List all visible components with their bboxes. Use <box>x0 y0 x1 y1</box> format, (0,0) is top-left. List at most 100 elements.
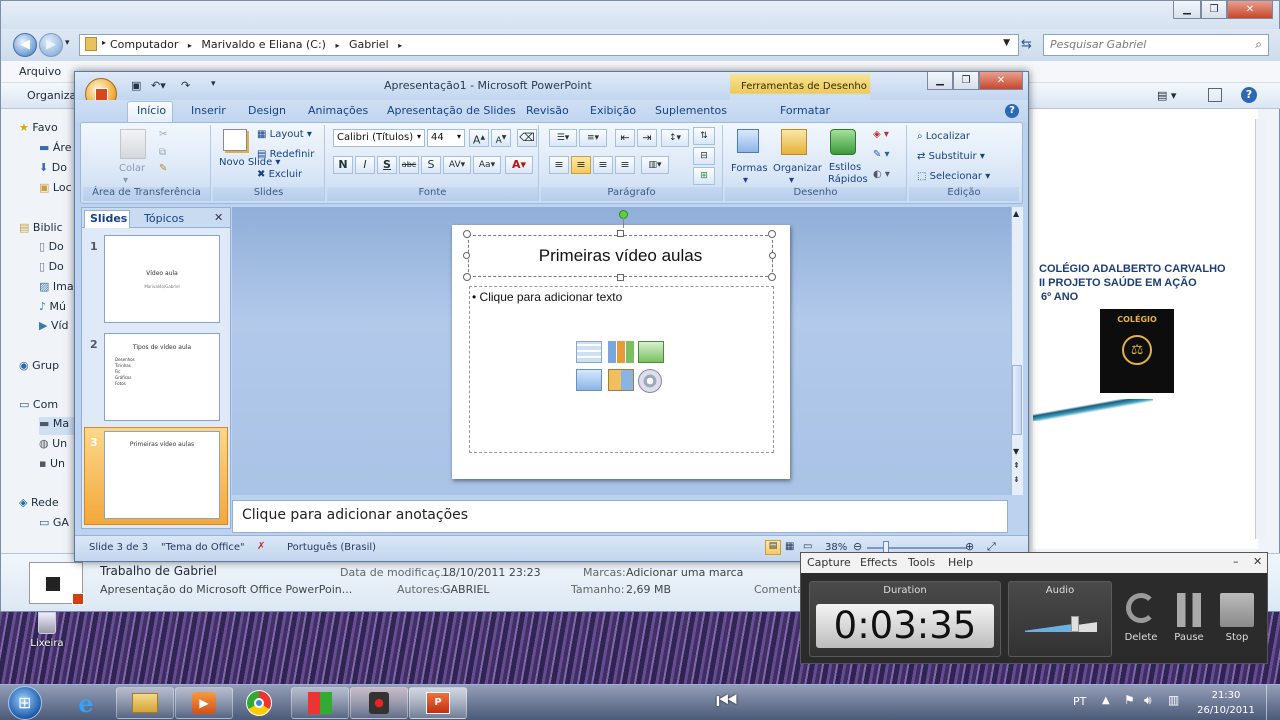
nav-item[interactable]: ▣ Loc <box>39 181 72 199</box>
resize-handle[interactable] <box>769 252 776 259</box>
align-text-button[interactable]: ⊟ <box>693 147 715 165</box>
nav-item[interactable]: ★ Favo <box>19 121 58 139</box>
delete-button[interactable]: Delete <box>1121 593 1161 643</box>
paste-button[interactable]: Colar <box>119 163 145 174</box>
spelling-icon[interactable]: ✗ <box>257 541 265 552</box>
nav-item[interactable]: ▯ Do <box>39 240 64 258</box>
ppt-help-icon[interactable]: ? <box>1005 104 1019 118</box>
help-icon[interactable]: ? <box>1241 87 1257 103</box>
resize-handle[interactable] <box>768 230 776 238</box>
internet-explorer-icon[interactable]: e <box>68 689 104 718</box>
back-button[interactable]: ◀ <box>13 33 37 57</box>
nav-item[interactable]: ⬇ Do <box>39 161 67 179</box>
resize-handle[interactable] <box>463 273 471 281</box>
replace-button[interactable]: ⇄ Substituir ▾ <box>917 151 985 162</box>
arrange-button[interactable]: Organizar <box>773 163 822 174</box>
char-spacing-button[interactable]: AV▾ <box>443 156 471 174</box>
slide[interactable]: Primeiras vídeo aulas • Clique para adic… <box>452 210 790 479</box>
nav-item[interactable]: ◉ Grup <box>19 359 59 377</box>
save-icon[interactable]: ▣ <box>131 79 141 92</box>
customize-qat-icon[interactable]: ▾ <box>211 79 216 89</box>
bullets-button[interactable]: ☰▾ <box>549 129 577 147</box>
shapes-button[interactable]: Formas <box>731 163 768 174</box>
views-icon[interactable]: ▤ ▾ <box>1157 89 1176 102</box>
show-hidden-icons[interactable]: ▲ <box>1102 695 1110 706</box>
tab-inicio[interactable]: Início <box>137 104 166 117</box>
volume-icon[interactable]: 🔊︎ <box>1144 693 1152 708</box>
chrome-icon[interactable] <box>246 690 272 716</box>
insert-table-icon[interactable] <box>576 341 602 363</box>
decrease-indent-button[interactable]: ⇤ <box>615 129 635 147</box>
shape-outline-icon[interactable]: ✎ ▾ <box>873 149 890 160</box>
minimize-button[interactable]: ▁ <box>1173 1 1201 19</box>
tab-design[interactable]: Design <box>248 104 286 117</box>
strikethrough-button[interactable]: abc <box>399 156 419 174</box>
show-desktop-button[interactable] <box>1266 685 1280 720</box>
resize-handle[interactable] <box>463 230 471 238</box>
previous-slide-icon[interactable]: ⇞ <box>1013 461 1020 470</box>
cut-icon[interactable]: ✂ <box>159 129 167 140</box>
normal-view-button[interactable]: ▤ <box>765 540 781 555</box>
grow-font-button[interactable]: A▲ <box>469 129 489 147</box>
align-left-button[interactable]: ≡ <box>549 156 569 174</box>
capture-minimize-button[interactable]: – <box>1233 555 1239 568</box>
nav-item[interactable]: ▪ Un <box>39 457 65 475</box>
organize-button[interactable]: Organiza <box>27 89 76 102</box>
columns-button[interactable]: ▥▾ <box>641 156 669 174</box>
clear-formatting-button[interactable]: ⌫ <box>517 129 537 147</box>
tab-inserir[interactable]: Inserir <box>191 104 226 117</box>
next-slide-icon[interactable]: ⇟ <box>1013 475 1020 484</box>
menu-help[interactable]: Help <box>948 556 973 569</box>
nav-item[interactable]: ▯ Do <box>39 260 64 278</box>
arrange-dropdown-icon[interactable]: ▾ <box>789 175 794 186</box>
nav-item[interactable]: ▭ Com <box>19 398 58 416</box>
taskbar-recorder[interactable]: ● <box>350 687 408 719</box>
layout-button[interactable]: ▦ Layout ▾ <box>257 129 312 140</box>
close-button[interactable]: ✕ <box>1227 1 1273 19</box>
numbering-button[interactable]: ≡▾ <box>579 129 607 147</box>
tab-apresentacao[interactable]: Apresentação de Slides <box>387 104 516 117</box>
vertical-scrollbar[interactable]: ▲ ▼ ⇞ ⇟ <box>1011 207 1023 495</box>
slide-thumbnail-selected[interactable]: Primeiras vídeo aulas <box>104 431 220 519</box>
preview-pane-icon[interactable] <box>1208 88 1222 102</box>
forward-button[interactable]: ▶ <box>39 33 63 57</box>
align-center-button[interactable]: ≡ <box>571 156 591 174</box>
start-button[interactable]: ⊞ <box>8 686 42 720</box>
font-name-combo[interactable]: Calibri (Títulos) ▾ <box>333 129 425 147</box>
close-pane-icon[interactable]: ✕ <box>214 211 223 224</box>
justify-button[interactable]: ≡ <box>615 156 635 174</box>
slide-thumbnail[interactable]: Vídeo aula Marivaldo/Gabriel <box>104 235 220 323</box>
theme-name[interactable]: "Tema do Office" <box>161 542 245 553</box>
ppt-maximize-button[interactable]: ❐ <box>953 72 979 90</box>
tab-formatar[interactable]: Formatar <box>780 104 830 117</box>
nav-item[interactable]: ◍ Un <box>39 437 67 455</box>
resize-handle[interactable] <box>617 274 624 281</box>
nav-item[interactable]: ▶ Víd <box>39 319 69 337</box>
tags-value[interactable]: Adicionar uma marca <box>626 566 743 579</box>
scroll-thumb[interactable] <box>1012 365 1022 435</box>
shrink-font-button[interactable]: A▼ <box>491 129 511 147</box>
taskbar-media-player[interactable]: ▶ <box>175 687 233 719</box>
ppt-minimize-button[interactable]: ▁ <box>927 72 953 90</box>
ppt-close-button[interactable]: ✕ <box>979 72 1023 90</box>
zoom-slider[interactable] <box>867 547 967 549</box>
audio-slider-thumb[interactable] <box>1071 616 1079 632</box>
content-placeholder[interactable]: • Clique para adicionar texto <box>469 286 774 453</box>
tab-exibicao[interactable]: Exibição <box>590 104 636 117</box>
scroll-up-icon[interactable]: ▲ <box>1013 209 1019 218</box>
resize-handle[interactable] <box>463 252 470 259</box>
find-button[interactable]: ⌕ Localizar <box>917 131 970 142</box>
redo-icon[interactable]: ↷ <box>181 79 190 92</box>
quick-styles-button[interactable]: Estilos Rápidos <box>828 162 868 186</box>
breadcrumb-item[interactable]: Marivaldo e Eliana (C:) <box>201 38 326 51</box>
menu-capture[interactable]: Capture <box>807 556 851 569</box>
reset-button[interactable]: ▤ Redefinir <box>257 149 314 160</box>
shadow-button[interactable]: S <box>421 156 441 174</box>
menu-effects[interactable]: Effects <box>860 556 897 569</box>
align-right-button[interactable]: ≡ <box>593 156 613 174</box>
insert-smartart-icon[interactable] <box>638 341 664 363</box>
tab-topicos[interactable]: Tópicos <box>144 212 184 225</box>
authors-value[interactable]: GABRIEL <box>442 583 490 596</box>
language-indicator[interactable]: PT <box>1073 695 1086 708</box>
breadcrumb-item[interactable]: Gabriel <box>349 38 389 51</box>
